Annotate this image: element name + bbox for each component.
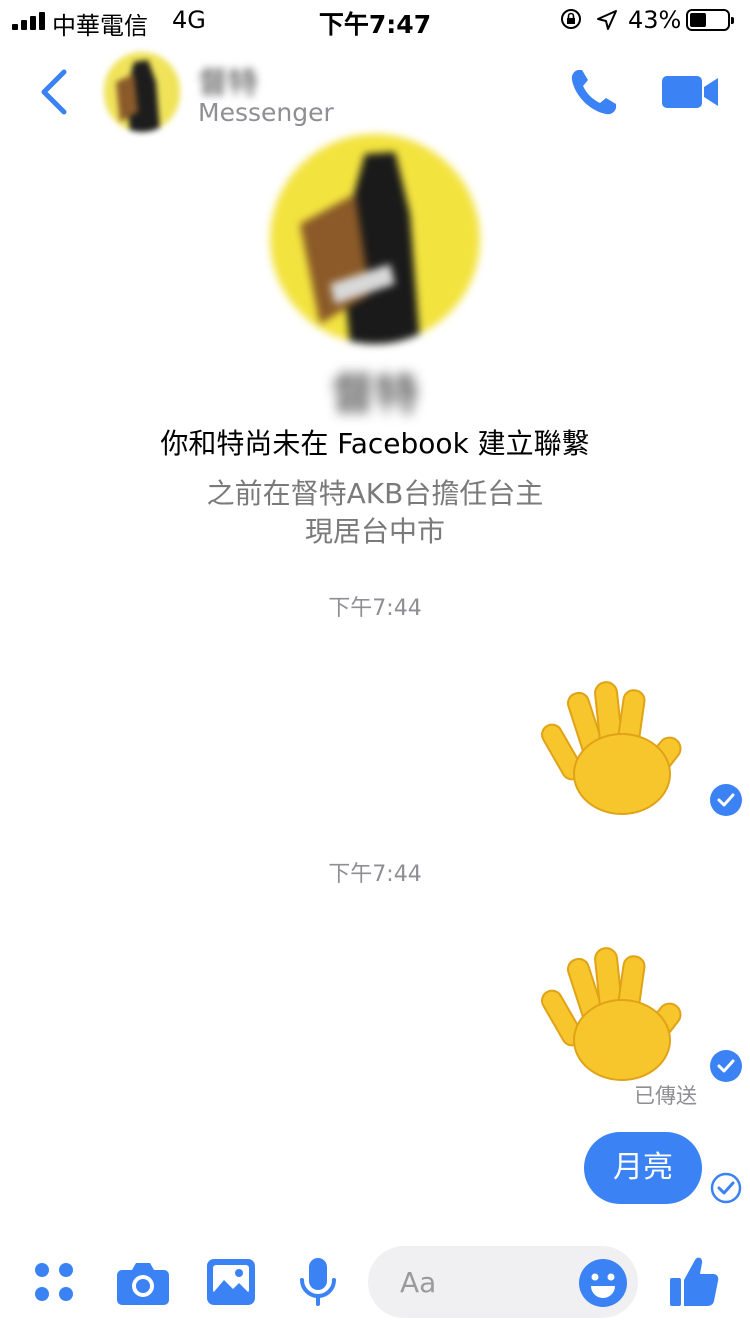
status-bar: 中華電信 4G 下午7:47 43% bbox=[0, 0, 750, 40]
phone-icon[interactable] bbox=[568, 66, 620, 118]
apps-icon[interactable] bbox=[32, 1260, 76, 1304]
battery-icon bbox=[686, 9, 734, 31]
profile-city: 現居台中市 bbox=[304, 515, 445, 548]
profile-avatar[interactable] bbox=[270, 134, 480, 344]
battery-percent: 43% bbox=[628, 6, 682, 34]
contact-subtitle: Messenger bbox=[198, 98, 334, 127]
profile-work: 之前在督特AKB台擔任台主 bbox=[206, 477, 544, 510]
profile-name: 督特 bbox=[331, 369, 419, 420]
connection-note: 你和特尚未在 Facebook 建立聯繫 bbox=[160, 427, 590, 460]
back-icon[interactable] bbox=[36, 68, 70, 116]
like-icon[interactable] bbox=[668, 1254, 720, 1308]
emoji-icon[interactable] bbox=[578, 1258, 628, 1308]
sent-status: 已傳送 bbox=[634, 1084, 697, 1108]
mic-icon[interactable] bbox=[298, 1256, 338, 1308]
timestamp: 下午7:44 bbox=[328, 862, 422, 887]
message-input-placeholder[interactable]: Aa bbox=[400, 1266, 436, 1299]
rotation-lock-icon bbox=[561, 9, 581, 29]
check-icon bbox=[710, 1050, 742, 1082]
video-icon[interactable] bbox=[662, 74, 720, 110]
avatar[interactable] bbox=[104, 52, 180, 132]
gallery-icon[interactable] bbox=[206, 1258, 256, 1306]
check-icon bbox=[710, 784, 742, 816]
check-outline-icon bbox=[710, 1172, 742, 1204]
wave-sticker[interactable] bbox=[538, 678, 688, 818]
camera-icon[interactable] bbox=[116, 1260, 170, 1306]
contact-name[interactable]: 督特 bbox=[198, 58, 258, 102]
timestamp: 下午7:44 bbox=[328, 596, 422, 621]
location-icon bbox=[597, 10, 617, 30]
wave-sticker[interactable] bbox=[538, 944, 688, 1084]
message-bubble[interactable]: 月亮 bbox=[584, 1132, 702, 1204]
